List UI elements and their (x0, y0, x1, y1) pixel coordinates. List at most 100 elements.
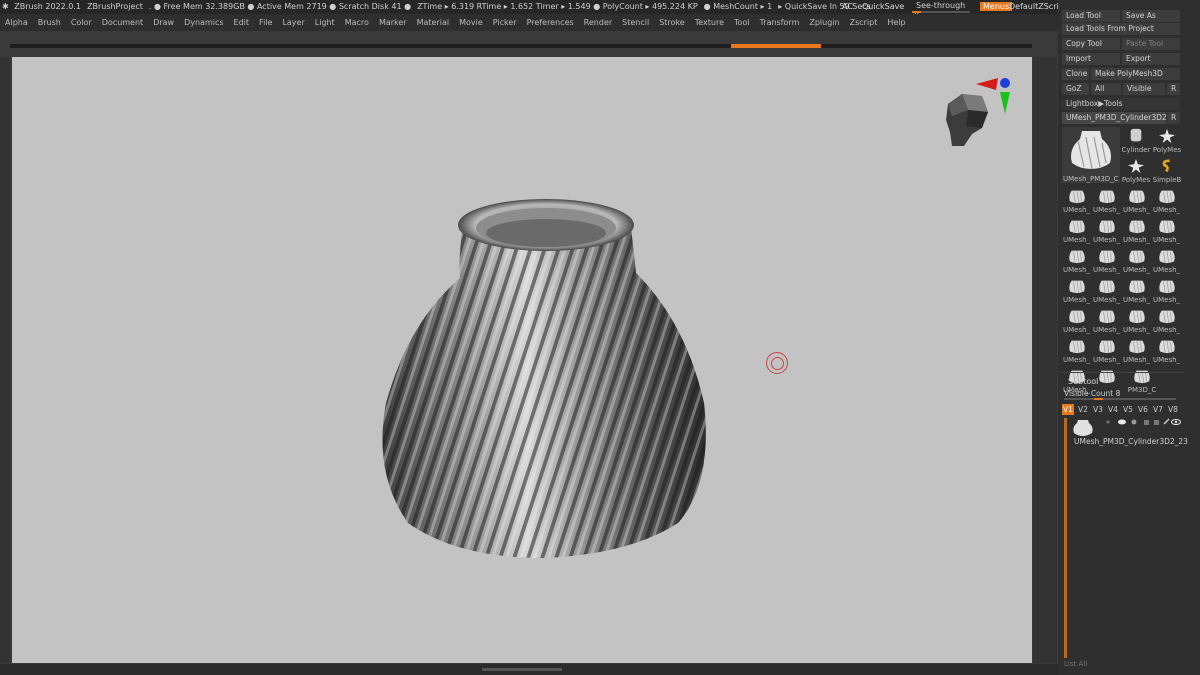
menu-texture[interactable]: Texture (690, 14, 729, 31)
export-button[interactable]: Export (1122, 53, 1180, 65)
tool-grid-thumb[interactable]: UMesh_ (1152, 188, 1181, 214)
version-tab-v8[interactable]: V8 (1167, 404, 1179, 415)
tool-grid-thumb[interactable]: UMesh_ (1152, 278, 1181, 304)
menu-edit[interactable]: Edit (229, 14, 255, 31)
bottom-tray[interactable] (0, 664, 1058, 675)
tool-grid-thumb[interactable]: UMesh_ (1062, 278, 1091, 304)
active-indicator (731, 44, 821, 48)
tool-grid-thumb[interactable]: UMesh_ (1092, 278, 1121, 304)
menu-document[interactable]: Document (97, 14, 148, 31)
tool-grid-thumb[interactable]: UMesh_ (1122, 248, 1151, 274)
version-tab-v2[interactable]: V2 (1077, 404, 1089, 415)
tool-grid-thumb[interactable]: UMesh_ (1062, 188, 1091, 214)
menu-zscript[interactable]: Zscript (845, 14, 883, 31)
tool-grid-thumb[interactable]: UMesh_ (1092, 248, 1121, 274)
menu-render[interactable]: Render (579, 14, 617, 31)
tool-grid-thumb[interactable]: UMesh_ (1122, 338, 1151, 364)
menu-zplugin[interactable]: Zplugin (804, 14, 844, 31)
tool-grid-thumb[interactable]: UMesh_ (1062, 218, 1091, 244)
menu-dynamics[interactable]: Dynamics (179, 14, 228, 31)
menu-movie[interactable]: Movie (454, 14, 488, 31)
menu-picker[interactable]: Picker (488, 14, 522, 31)
ac-label[interactable]: AC (842, 0, 853, 14)
subtool-scrollbar[interactable] (1064, 418, 1067, 658)
lightbox-tools-button[interactable]: Lightbox▶Tools (1062, 98, 1180, 110)
tool-grid-thumb-label: UMesh_ (1122, 296, 1151, 304)
current-tool-r-button[interactable]: R (1167, 112, 1180, 124)
menu-transform[interactable]: Transform (755, 14, 805, 31)
menu-layer[interactable]: Layer (277, 14, 309, 31)
save-as-button[interactable]: Save As (1122, 10, 1180, 22)
menu-draw[interactable]: Draw (148, 14, 179, 31)
visible-count-slider[interactable]: Visible Count 8 (1064, 389, 1176, 400)
version-tab-v7[interactable]: V7 (1152, 404, 1164, 415)
version-tabs: V1 V2 V3 V4 V5 V6 V7 V8 (1062, 404, 1182, 415)
tool-grid-thumb[interactable]: UMesh_ (1122, 218, 1151, 244)
mesh-thumb-icon (1098, 280, 1115, 294)
menu-material[interactable]: Material (412, 14, 455, 31)
menu-marker[interactable]: Marker (374, 14, 412, 31)
tool-thumb-3[interactable]: SimpleB (1152, 158, 1182, 184)
mesh-thumb-icon (1098, 220, 1115, 234)
current-tool-slider[interactable]: UMesh_PM3D_Cylinder3D2_2 (1062, 112, 1166, 124)
vase-ribs (382, 221, 706, 558)
right-tray-gutter[interactable] (1033, 57, 1057, 663)
menu-tool[interactable]: Tool (729, 14, 755, 31)
paste-tool-button[interactable]: Paste Tool (1122, 38, 1180, 50)
menu-color[interactable]: Color (66, 14, 97, 31)
tool-grid-thumb[interactable]: UMesh_ (1092, 308, 1121, 334)
menu-brush[interactable]: Brush (33, 14, 66, 31)
tool-grid-thumb[interactable]: UMesh_ (1092, 188, 1121, 214)
tool-grid-thumb[interactable]: UMesh_ (1152, 248, 1181, 274)
quicksave-button[interactable]: QuickSave (862, 0, 904, 14)
list-all-button[interactable]: List All (1064, 660, 1087, 668)
goz-all-button[interactable]: All (1091, 83, 1121, 95)
menu-file[interactable]: File (254, 14, 277, 31)
tray-grip[interactable] (482, 668, 562, 671)
version-tab-v4[interactable]: V4 (1107, 404, 1119, 415)
version-tab-v3[interactable]: V3 (1092, 404, 1104, 415)
menu-alpha[interactable]: Alpha (0, 14, 33, 31)
tool-grid-thumb[interactable]: UMesh_ (1092, 338, 1121, 364)
menu-stroke[interactable]: Stroke (654, 14, 690, 31)
menu-stencil[interactable]: Stencil (617, 14, 654, 31)
goz-visible-button[interactable]: Visible (1123, 83, 1165, 95)
tool-grid-thumb[interactable]: UMesh_ (1092, 218, 1121, 244)
tool-grid-thumb[interactable]: UMesh_ (1062, 308, 1091, 334)
tool-grid-thumb[interactable]: UMesh_ (1062, 338, 1091, 364)
tool-grid-thumb[interactable]: UMesh_ (1122, 188, 1151, 214)
menu-preferences[interactable]: Preferences (522, 14, 579, 31)
goz-r-button[interactable]: R (1167, 83, 1180, 95)
menu-light[interactable]: Light (310, 14, 340, 31)
navigation-head-icon[interactable] (938, 76, 1018, 151)
tool-grid-thumb[interactable]: UMesh_ (1152, 338, 1181, 364)
tool-grid-thumb[interactable]: UMesh_ (1152, 308, 1181, 334)
tool-thumb-2[interactable]: PolyMes (1121, 158, 1151, 184)
version-tab-v5[interactable]: V5 (1122, 404, 1134, 415)
subtool-title[interactable]: Subtool (1068, 377, 1098, 386)
import-button[interactable]: Import (1062, 53, 1120, 65)
tool-grid-thumb[interactable]: UMesh_ (1122, 278, 1151, 304)
vase-3d-model[interactable] (368, 183, 718, 563)
make-polymesh-button[interactable]: Make PolyMesh3D (1091, 68, 1180, 80)
menus-toggle[interactable]: Menus (980, 0, 1013, 14)
mesh-thumb-icon (1128, 220, 1145, 234)
tool-grid-thumb[interactable]: UMesh_ (1122, 308, 1151, 334)
copy-tool-button[interactable]: Copy Tool (1062, 38, 1120, 50)
tool-grid-thumb[interactable]: UMesh_ (1062, 248, 1091, 274)
left-tray-gutter[interactable] (0, 57, 10, 663)
version-tab-v1[interactable]: V1 (1062, 404, 1074, 415)
load-tools-from-project-button[interactable]: Load Tools From Project (1062, 23, 1180, 35)
clone-button[interactable]: Clone (1062, 68, 1089, 80)
goz-button[interactable]: GoZ (1062, 83, 1089, 95)
tool-grid-thumb[interactable]: UMesh_ (1152, 218, 1181, 244)
load-tool-button[interactable]: Load Tool (1062, 10, 1120, 22)
tool-thumb-0[interactable]: Cylinder (1121, 128, 1151, 154)
current-tool-thumbnail[interactable]: UMesh_PM3D_C (1062, 127, 1120, 183)
tool-thumb-1[interactable]: PolyMes (1152, 128, 1182, 154)
menu-help[interactable]: Help (882, 14, 910, 31)
see-through-slider[interactable]: See-through 0 (910, 1, 972, 20)
version-tab-v6[interactable]: V6 (1137, 404, 1149, 415)
mesh-thumb-icon (1098, 190, 1115, 204)
menu-macro[interactable]: Macro (340, 14, 374, 31)
